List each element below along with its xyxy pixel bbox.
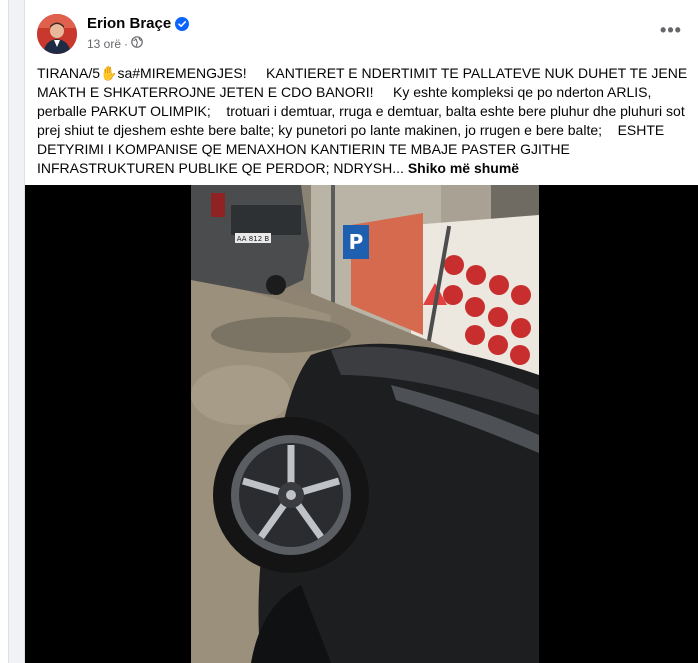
video-frame[interactable]: P AA 812 B bbox=[191, 185, 539, 663]
left-panel-edge bbox=[0, 0, 9, 663]
post-text: TIRANA/5✋sa#MIREMENGJES! KANTIERET E NDE… bbox=[37, 64, 689, 178]
post-time[interactable]: 13 orë bbox=[87, 37, 121, 51]
more-options-icon[interactable]: ••• bbox=[657, 21, 685, 42]
see-more-link[interactable]: Shiko më shumë bbox=[408, 160, 519, 176]
verified-badge-icon bbox=[175, 16, 190, 31]
post-video[interactable]: P AA 812 B bbox=[25, 185, 698, 663]
post-card: Erion Braçe 13 orë · ••• TIRANA/5✋sa#MIR… bbox=[24, 0, 698, 663]
license-plate: AA 812 B bbox=[237, 235, 270, 243]
avatar-image bbox=[37, 14, 77, 54]
avatar[interactable] bbox=[37, 14, 77, 54]
raised-hand-emoji: ✋ bbox=[100, 65, 118, 81]
post-text-part1: TIRANA/5 bbox=[37, 65, 101, 81]
video-still: P AA 812 B bbox=[191, 185, 539, 663]
post-header: Erion Braçe 13 orë · ••• bbox=[37, 12, 687, 56]
post-text-part2: sa#MIREMENGJES! KANTIERET E NDERTIMIT TE… bbox=[37, 65, 692, 176]
parking-sign-letter: P bbox=[349, 230, 364, 254]
author-name-row: Erion Braçe bbox=[87, 15, 190, 32]
globe-icon[interactable] bbox=[131, 36, 143, 51]
meta-separator: · bbox=[124, 36, 129, 51]
author-name[interactable]: Erion Braçe bbox=[87, 15, 171, 32]
post-meta: 13 orë · bbox=[87, 36, 143, 51]
